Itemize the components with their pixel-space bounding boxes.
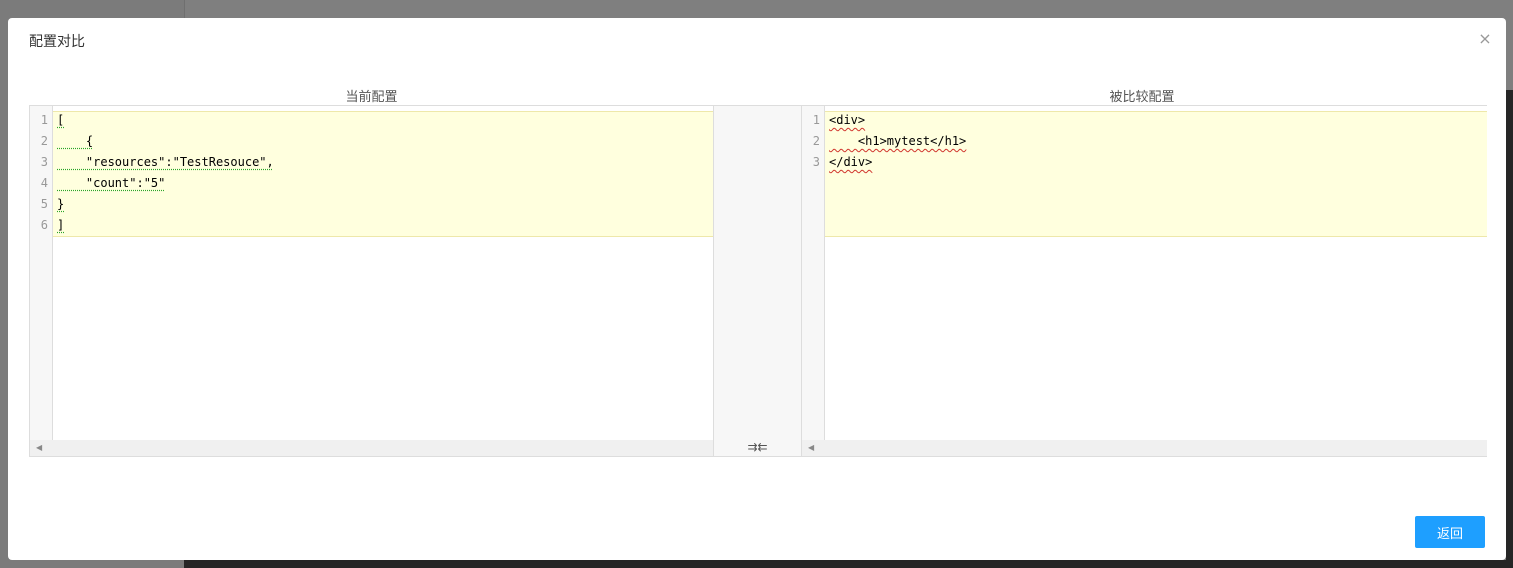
code-line: [ [57, 113, 65, 127]
compared-config-label: 被比较配置 [1109, 90, 1175, 105]
merge-arrows-icon[interactable]: ⇉⇇ [714, 440, 801, 454]
back-button[interactable]: 返回 [1415, 516, 1485, 548]
dialog-title: 配置对比 [29, 34, 85, 50]
code-line: ] [57, 218, 65, 232]
merge-view: 1 2 3 4 5 6 [ { "resources":"TestResouce… [29, 105, 1487, 457]
line-number: 3 [40, 155, 48, 169]
background-right [1506, 90, 1513, 568]
line-number: 4 [40, 176, 48, 190]
line-number: 5 [40, 197, 48, 211]
line-number-gutter: 1 2 3 [802, 106, 825, 456]
code-line: "count":"5" [57, 176, 166, 190]
current-config-editor[interactable]: 1 2 3 4 5 6 [ { "resources":"TestResouce… [30, 106, 713, 456]
horizontal-scrollbar[interactable]: ◀ [802, 440, 1487, 456]
diff-highlight [825, 111, 1487, 237]
line-number: 2 [812, 134, 820, 148]
compared-config-editor[interactable]: 1 2 3 <div> <h1>mytest</h1> </div> ◀ [801, 106, 1487, 456]
code-line: "resources":"TestResouce", [57, 155, 274, 169]
code-line: } [57, 197, 65, 211]
background-bottom [184, 560, 1513, 568]
diff-highlight [53, 111, 713, 237]
code-area[interactable]: <div> <h1>mytest</h1> </div> [825, 106, 1487, 438]
current-config-label: 当前配置 [345, 90, 398, 105]
merge-gap: ⇉⇇ [713, 106, 801, 456]
line-number: 3 [812, 155, 820, 169]
horizontal-scrollbar[interactable]: ◀ [30, 440, 713, 456]
code-line: </div> [829, 155, 873, 169]
line-number: 2 [40, 134, 48, 148]
line-number: 1 [40, 113, 48, 127]
code-line: <div> [829, 113, 866, 127]
scroll-left-icon[interactable]: ◀ [808, 443, 814, 452]
close-icon[interactable]: × [1478, 31, 1492, 47]
code-line: { [57, 134, 94, 148]
code-line: <h1>mytest</h1> [829, 134, 967, 148]
scroll-left-icon[interactable]: ◀ [36, 443, 42, 452]
code-area[interactable]: [ { "resources":"TestResouce", "count":"… [53, 106, 713, 438]
line-number: 6 [40, 218, 48, 232]
compare-dialog: 配置对比 × 当前配置 被比较配置 1 2 3 4 5 6 [ { "resou… [8, 18, 1506, 560]
line-number: 1 [812, 113, 820, 127]
line-number-gutter: 1 2 3 4 5 6 [30, 106, 53, 456]
